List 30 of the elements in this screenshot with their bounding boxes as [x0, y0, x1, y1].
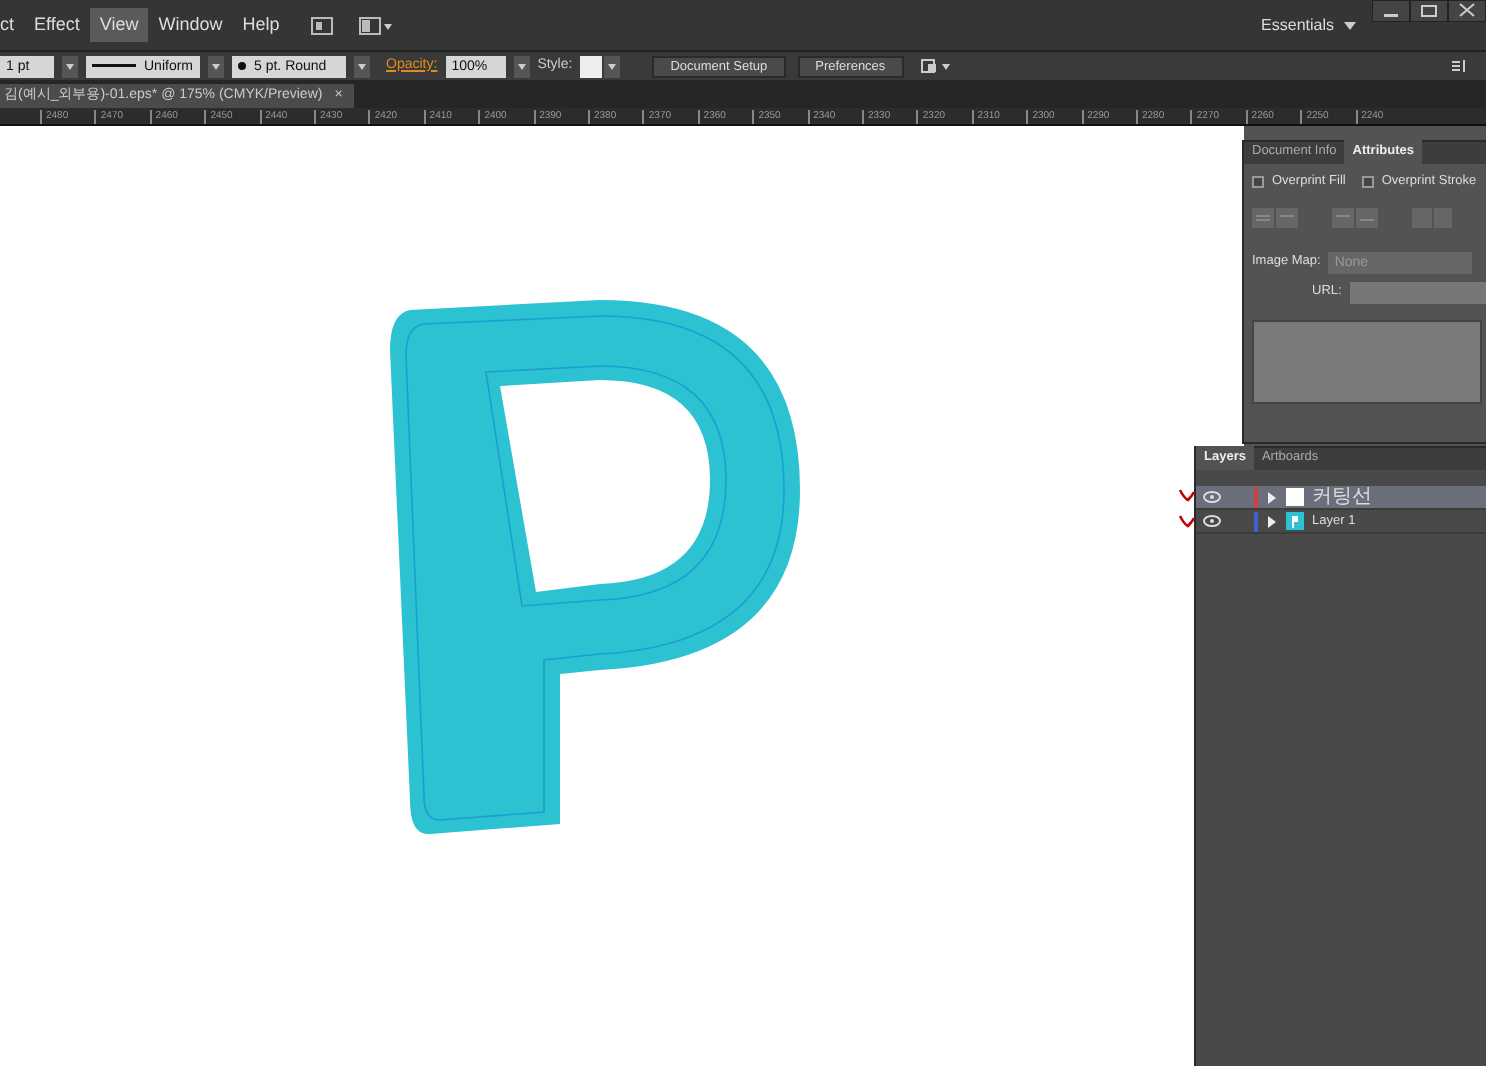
url-field[interactable]	[1349, 281, 1486, 304]
layer-thumbnail[interactable]	[1286, 512, 1304, 530]
layer-row[interactable]: 커팅선	[1196, 486, 1486, 510]
layer-name: 커팅선	[1312, 484, 1372, 512]
maximize-button[interactable]	[1410, 0, 1448, 22]
dropdown-icon[interactable]	[354, 55, 370, 77]
bridge-icon[interactable]	[309, 15, 334, 35]
caret-icon[interactable]	[1344, 21, 1356, 29]
visibility-eye-icon[interactable]	[1202, 514, 1222, 528]
style-swatch[interactable]	[580, 55, 621, 77]
dropdown-icon[interactable]	[62, 55, 78, 77]
visibility-eye-icon[interactable]	[1202, 490, 1222, 504]
menu-item[interactable]: Window	[148, 7, 233, 43]
workspace-switcher[interactable]: Essentials	[1251, 9, 1344, 41]
align-icon[interactable]	[919, 56, 952, 76]
minimize-button[interactable]	[1372, 0, 1410, 22]
menu-item[interactable]: Help	[232, 7, 290, 43]
checkbox[interactable]	[1252, 175, 1264, 188]
menu-item[interactable]: Effect	[24, 7, 90, 43]
checkbox[interactable]	[1361, 175, 1374, 188]
panel-menu-icon[interactable]	[1450, 58, 1470, 74]
layer-thumbnail[interactable]	[1286, 488, 1304, 506]
arrange-documents-icon[interactable]	[357, 15, 394, 35]
dropdown-icon[interactable]	[208, 55, 224, 77]
brush-dot-icon[interactable]	[238, 62, 246, 70]
dropdown-icon[interactable]	[513, 55, 530, 77]
menu-item[interactable]: ct	[0, 7, 25, 43]
close-button[interactable]	[1448, 0, 1486, 22]
line-icon[interactable]	[92, 62, 136, 70]
menu-item[interactable]: View	[89, 7, 149, 43]
